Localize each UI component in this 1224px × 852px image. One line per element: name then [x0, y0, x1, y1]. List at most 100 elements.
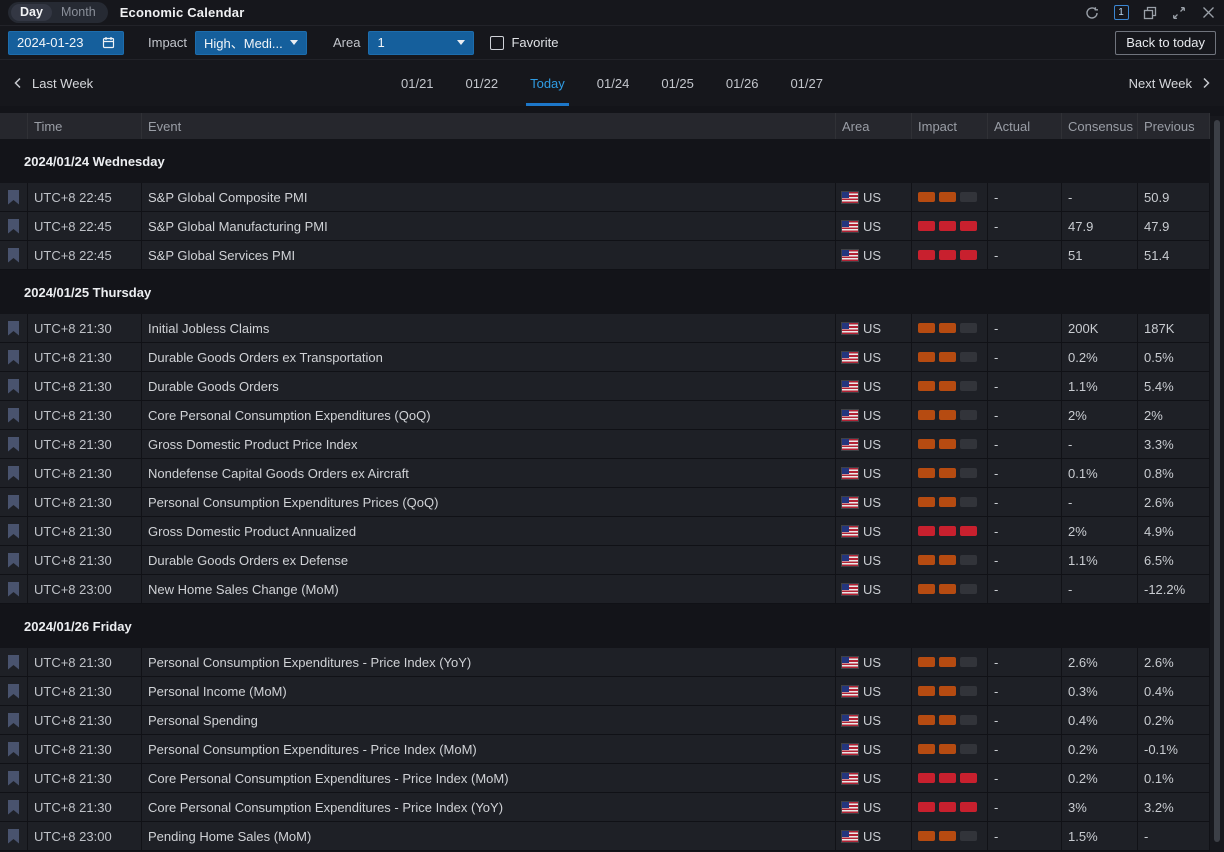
week-day-tab[interactable]: 01/22 — [464, 60, 501, 106]
event-time: UTC+8 21:30 — [28, 314, 142, 342]
impact-bar-high — [918, 802, 935, 812]
week-day-tab[interactable]: 01/26 — [724, 60, 761, 106]
impact-bar-medium — [918, 497, 935, 507]
event-name: Personal Consumption Expenditures Prices… — [142, 488, 836, 516]
consensus-value: 1.5% — [1062, 822, 1138, 850]
bookmark-icon[interactable] — [8, 655, 19, 670]
bookmark-icon[interactable] — [8, 190, 19, 205]
actual-value: - — [988, 372, 1062, 400]
bookmark-icon[interactable] — [8, 321, 19, 336]
restore-window-icon[interactable] — [1142, 5, 1158, 21]
actual-value: - — [988, 343, 1062, 371]
bookmark-cell — [0, 183, 28, 211]
bookmark-icon[interactable] — [8, 582, 19, 597]
event-row[interactable]: UTC+8 21:30Core Personal Consumption Exp… — [0, 793, 1210, 822]
us-flag-icon — [842, 468, 858, 479]
last-week-button[interactable]: Last Week — [12, 76, 93, 91]
impact-bar-medium — [939, 686, 956, 696]
event-row[interactable]: UTC+8 21:30Personal Consumption Expendit… — [0, 648, 1210, 677]
favorite-filter[interactable]: Favorite — [490, 35, 558, 50]
impact-filter-select[interactable]: High、Medi... — [195, 31, 307, 55]
bookmark-icon[interactable] — [8, 524, 19, 539]
event-row[interactable]: UTC+8 21:30Durable Goods Orders ex Trans… — [0, 343, 1210, 372]
week-day-tab[interactable]: 01/24 — [595, 60, 632, 106]
bookmark-icon[interactable] — [8, 684, 19, 699]
date-picker-input[interactable]: 2024-01-23 — [8, 31, 124, 55]
bookmark-icon[interactable] — [8, 713, 19, 728]
refresh-icon[interactable] — [1084, 5, 1100, 21]
vertical-scrollbar-thumb[interactable] — [1214, 120, 1220, 842]
back-to-today-button[interactable]: Back to today — [1115, 31, 1216, 55]
area-filter-value: 1 — [377, 35, 384, 50]
consensus-value: 2.6% — [1062, 648, 1138, 676]
bookmark-icon[interactable] — [8, 350, 19, 365]
expand-icon[interactable] — [1171, 5, 1187, 21]
bookmark-icon[interactable] — [8, 219, 19, 234]
event-area: US — [836, 241, 912, 269]
consensus-value: 0.2% — [1062, 735, 1138, 763]
bookmark-icon[interactable] — [8, 771, 19, 786]
event-row[interactable]: UTC+8 23:00Pending Home Sales (MoM)US-1.… — [0, 822, 1210, 851]
actual-value: - — [988, 401, 1062, 429]
event-row[interactable]: UTC+8 21:30Personal Consumption Expendit… — [0, 488, 1210, 517]
event-row[interactable]: UTC+8 21:30Personal Consumption Expendit… — [0, 735, 1210, 764]
bookmark-icon[interactable] — [8, 466, 19, 481]
event-row[interactable]: UTC+8 21:30Nondefense Capital Goods Orde… — [0, 459, 1210, 488]
impact-bar-high — [918, 250, 935, 260]
bookmark-icon[interactable] — [8, 829, 19, 844]
event-row[interactable]: UTC+8 21:30Core Personal Consumption Exp… — [0, 401, 1210, 430]
bookmark-icon[interactable] — [8, 437, 19, 452]
impact-indicator — [912, 517, 988, 545]
tab-month[interactable]: Month — [52, 4, 105, 21]
vertical-scrollbar-track[interactable] — [1210, 116, 1224, 852]
next-week-label: Next Week — [1129, 76, 1192, 91]
event-name: Durable Goods Orders ex Transportation — [142, 343, 836, 371]
event-row[interactable]: UTC+8 23:00New Home Sales Change (MoM)US… — [0, 575, 1210, 604]
bookmark-icon[interactable] — [8, 800, 19, 815]
actual-value: - — [988, 546, 1062, 574]
us-flag-icon — [842, 773, 858, 784]
event-row[interactable]: UTC+8 22:45S&P Global Composite PMIUS--5… — [0, 183, 1210, 212]
impact-bar-medium — [918, 439, 935, 449]
event-row[interactable]: UTC+8 21:30Durable Goods OrdersUS-1.1%5.… — [0, 372, 1210, 401]
week-day-tab[interactable]: 01/25 — [659, 60, 696, 106]
event-row[interactable]: UTC+8 21:30Durable Goods Orders ex Defen… — [0, 546, 1210, 575]
week-day-tab[interactable]: 01/21 — [399, 60, 436, 106]
event-row[interactable]: UTC+8 21:30Personal SpendingUS-0.4%0.2% — [0, 706, 1210, 735]
event-row[interactable]: UTC+8 21:30Gross Domestic Product Price … — [0, 430, 1210, 459]
event-row[interactable]: UTC+8 21:30Initial Jobless ClaimsUS-200K… — [0, 314, 1210, 343]
impact-bar-empty — [960, 555, 977, 565]
event-row[interactable]: UTC+8 21:30Gross Domestic Product Annual… — [0, 517, 1210, 546]
impact-bar-medium — [918, 744, 935, 754]
week-day-tab-today[interactable]: Today — [528, 60, 567, 106]
us-flag-icon — [842, 497, 858, 508]
impact-bar-high — [960, 773, 977, 783]
consensus-value: 0.4% — [1062, 706, 1138, 734]
week-day-tab[interactable]: 01/27 — [788, 60, 825, 106]
bookmark-icon[interactable] — [8, 742, 19, 757]
tab-count-badge[interactable]: 1 — [1113, 5, 1129, 21]
area-filter-select[interactable]: 1 — [368, 31, 474, 55]
event-row[interactable]: UTC+8 22:45S&P Global Manufacturing PMIU… — [0, 212, 1210, 241]
favorite-checkbox[interactable] — [490, 36, 504, 50]
bookmark-icon[interactable] — [8, 495, 19, 510]
event-row[interactable]: UTC+8 22:45S&P Global Services PMIUS-515… — [0, 241, 1210, 270]
area-code: US — [863, 437, 881, 452]
event-row[interactable]: UTC+8 21:30Personal Income (MoM)US-0.3%0… — [0, 677, 1210, 706]
bookmark-icon[interactable] — [8, 553, 19, 568]
event-row[interactable]: UTC+8 21:30Core Personal Consumption Exp… — [0, 764, 1210, 793]
impact-bar-empty — [960, 831, 977, 841]
actual-value: - — [988, 793, 1062, 821]
next-week-button[interactable]: Next Week — [1129, 76, 1212, 91]
bookmark-icon[interactable] — [8, 408, 19, 423]
bookmark-icon[interactable] — [8, 248, 19, 263]
impact-indicator — [912, 343, 988, 371]
impact-bar-medium — [918, 323, 935, 333]
actual-value: - — [988, 706, 1062, 734]
close-icon[interactable] — [1200, 5, 1216, 21]
bookmark-icon[interactable] — [8, 379, 19, 394]
bookmark-cell — [0, 822, 28, 850]
tab-day[interactable]: Day — [11, 4, 52, 21]
chevron-left-icon — [12, 77, 24, 89]
impact-bar-medium — [918, 192, 935, 202]
